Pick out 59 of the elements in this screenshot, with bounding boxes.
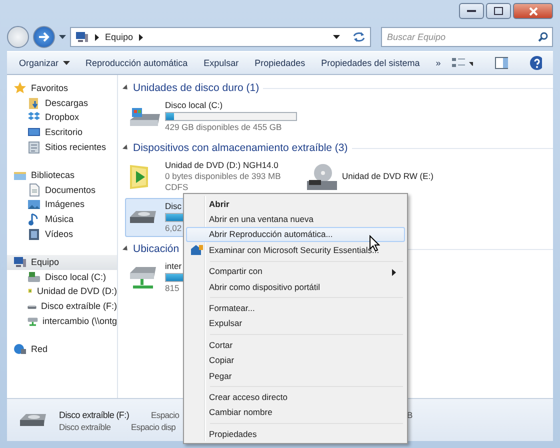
menu-item[interactable]: Cortar — [186, 337, 405, 353]
breadcrumb[interactable]: Equipo — [105, 32, 134, 42]
sidebar-item[interactable]: Documentos — [7, 182, 117, 198]
search-field[interactable]: Buscar Equipo — [381, 27, 553, 47]
toolbar-button[interactable]: Organizar — [12, 55, 77, 71]
sidebar-item[interactable]: Disco extraíble (F:) — [7, 298, 117, 314]
sidebar-item[interactable]: intercambio (\\ontg — [7, 313, 117, 328]
menu-item[interactable]: Propiedades — [186, 426, 405, 442]
sidebar-item[interactable]: Sitios recientes — [7, 139, 117, 154]
toolbar-button[interactable]: Propiedades del sistema — [314, 55, 427, 71]
drive-info: 429 GB disponibles de 455 GB — [165, 122, 282, 133]
sidebar-item[interactable]: Unidad de DVD (D:) — [7, 284, 117, 299]
menu-item[interactable]: Pegar — [186, 368, 405, 384]
sidebar-item[interactable]: Disco local (C:) — [7, 270, 117, 284]
drive-name: Unidad de DVD (D:) NGH14.0 — [165, 160, 278, 171]
menu-item[interactable]: Examinar con Microsoft Security Essentials... — [186, 242, 405, 258]
drive-info: CDFS — [165, 182, 188, 193]
drive-name: inter — [165, 261, 182, 272]
menu-item[interactable]: Abrir como dispositivo portátil — [186, 278, 405, 294]
menu-item[interactable]: Formatear... — [186, 300, 405, 316]
sidebar-item[interactable]: Descargas — [7, 96, 117, 110]
details-label: Espacio — [151, 410, 180, 420]
drive-info: 0 bytes disponibles de 393 MB — [165, 171, 281, 182]
drive-info: 6,02 — [165, 223, 182, 234]
menu-item[interactable]: Abrir — [186, 196, 405, 212]
sidebar-item[interactable]: Bibliotecas — [7, 168, 117, 183]
menu-item[interactable]: Cambiar nombre — [186, 404, 405, 420]
menu-item[interactable]: Copiar — [186, 352, 405, 368]
sidebar-item[interactable]: Equipo — [7, 254, 117, 270]
group-heading: Unidades de disco duro (1) — [133, 82, 260, 94]
sidebar-item[interactable]: Vídeos — [7, 226, 117, 241]
drive-info: 815 — [165, 283, 180, 294]
address-bar[interactable]: Equipo — [70, 27, 371, 47]
group-heading: Dispositivos con almacenamiento extraíble (3) — [133, 142, 348, 154]
toolbar-button[interactable]: Expulsar — [196, 55, 246, 71]
drive-item[interactable]: Unidad de DVD (D:) NGH14.0 0 bytes disponibles de 393 MB CDFS — [125, 157, 302, 196]
drive-name: Unidad de DVD RW (E:) — [342, 171, 434, 182]
sidebar-item[interactable]: Dropbox — [7, 110, 117, 125]
drive-item[interactable]: Unidad de DVD RW (E:) — [302, 157, 479, 196]
toolbar-button[interactable]: Reproducción automática — [78, 55, 195, 71]
drive-item[interactable]: Disco local (C:) 429 GB disponibles de 455 GB — [125, 97, 302, 136]
sidebar-item[interactable]: Red — [7, 342, 117, 356]
menu-item[interactable]: Compartir con — [186, 264, 405, 279]
menu-item[interactable]: Abrir en una ventana nueva — [186, 211, 405, 227]
details-type: Disco extraíble — [59, 422, 111, 432]
details-label: Espacio disp — [131, 422, 176, 432]
sidebar-item[interactable]: Escritorio — [7, 124, 117, 140]
menu-item[interactable]: Crear acceso directo — [186, 389, 405, 405]
group-heading: Ubicación — [133, 243, 180, 255]
sidebar-item[interactable]: Favoritos — [7, 81, 117, 96]
menu-item[interactable]: Abrir Reproducción automática... — [186, 226, 405, 242]
sidebar-item[interactable]: Música — [7, 212, 117, 226]
drive-name: Disc — [165, 201, 182, 212]
drive-name: Disco local (C:) — [165, 100, 223, 111]
toolbar-button[interactable]: Propiedades — [248, 55, 312, 71]
menu-item[interactable]: Expulsar — [186, 316, 405, 332]
details-name: Disco extraíble (F:) — [59, 410, 130, 420]
toolbar-button[interactable]: » — [428, 55, 448, 71]
sidebar-item[interactable]: Imágenes — [7, 197, 117, 212]
